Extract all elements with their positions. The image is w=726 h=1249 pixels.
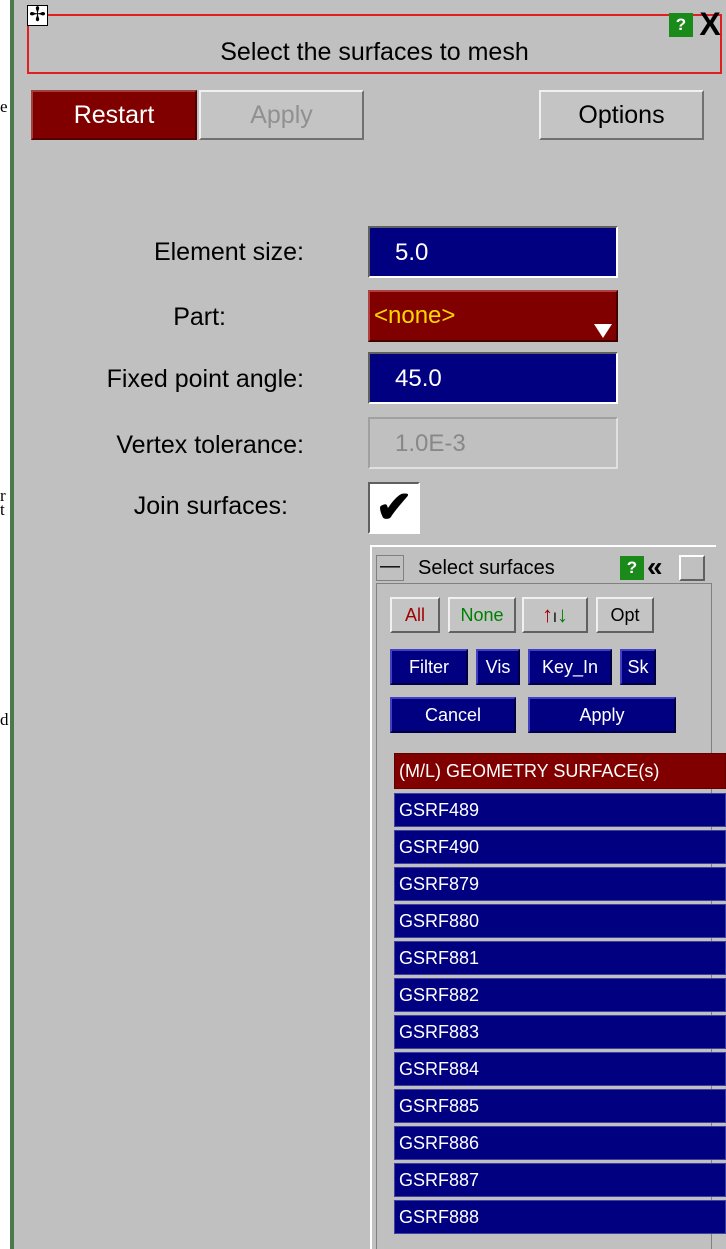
list-item[interactable]: GSRF887: [394, 1163, 726, 1197]
list-item[interactable]: GSRF881: [394, 941, 726, 975]
invert-selection-button[interactable]: ↑I↓: [522, 597, 588, 633]
sketch-button[interactable]: Sk: [620, 649, 656, 685]
part-label: Part:: [173, 303, 226, 331]
part-dropdown-value: <none>: [374, 302, 456, 329]
join-surfaces-label: Join surfaces:: [133, 492, 288, 520]
up-arrow-icon: ↑: [542, 602, 554, 627]
list-item[interactable]: GSRF489: [394, 793, 726, 827]
check-icon: ✔: [375, 483, 413, 532]
restart-button[interactable]: Restart: [31, 90, 197, 140]
selector-help-icon[interactable]: ?: [620, 556, 644, 580]
minimize-icon[interactable]: —: [376, 555, 404, 581]
select-surfaces-panel: — Select surfaces ? « All None ↑I↓ Opt F…: [370, 545, 726, 1249]
key-in-button[interactable]: Key_In: [528, 649, 612, 685]
join-surfaces-checkbox[interactable]: ✔: [368, 482, 420, 534]
list-item[interactable]: GSRF880: [394, 904, 726, 938]
list-header: (M/L) GEOMETRY SURFACE(s): [394, 753, 726, 789]
list-item[interactable]: GSRF490: [394, 830, 726, 864]
list-item[interactable]: GSRF885: [394, 1089, 726, 1123]
mesh-panel: Select the surfaces to mesh ✢ ? X Restar…: [14, 0, 726, 1249]
apply-button[interactable]: Apply: [199, 90, 364, 140]
options-button[interactable]: Options: [539, 90, 704, 140]
help-icon[interactable]: ?: [669, 13, 693, 37]
title-bar: Select the surfaces to mesh: [27, 14, 722, 74]
vertex-tolerance-label: Vertex tolerance:: [116, 431, 304, 459]
collapse-left-icon[interactable]: «: [647, 553, 675, 582]
list-item[interactable]: GSRF888: [394, 1200, 726, 1234]
cancel-button[interactable]: Cancel: [390, 697, 516, 733]
selector-title-bar: — Select surfaces ? «: [376, 553, 712, 583]
close-icon[interactable]: X: [696, 8, 724, 40]
select-all-button[interactable]: All: [390, 597, 440, 633]
element-size-field[interactable]: 5.0: [368, 226, 618, 278]
down-arrow-icon: ↓: [556, 602, 568, 627]
surface-list: GSRF489 GSRF490 GSRF879 GSRF880 GSRF881 …: [394, 793, 726, 1237]
move-icon[interactable]: ✢: [27, 5, 48, 26]
opt-button[interactable]: Opt: [596, 597, 654, 633]
select-none-button[interactable]: None: [448, 597, 516, 633]
background-text-fragment: e: [0, 97, 8, 116]
page-title: Select the surfaces to mesh: [220, 38, 529, 66]
vis-button[interactable]: Vis: [476, 649, 520, 685]
list-item[interactable]: GSRF884: [394, 1052, 726, 1086]
background-text-fragment: t: [0, 500, 5, 519]
list-item[interactable]: GSRF882: [394, 978, 726, 1012]
fixed-point-angle-label: Fixed point angle:: [106, 365, 304, 393]
filter-button[interactable]: Filter: [390, 649, 468, 685]
dropdown-arrow-icon: [594, 324, 612, 338]
background-text-fragment: d: [0, 710, 9, 729]
scrollbar-handle[interactable]: [679, 555, 705, 581]
list-item[interactable]: GSRF883: [394, 1015, 726, 1049]
fixed-point-angle-field[interactable]: 45.0: [368, 352, 618, 404]
selector-apply-button[interactable]: Apply: [528, 697, 676, 733]
part-dropdown[interactable]: <none>: [368, 290, 618, 342]
list-item[interactable]: GSRF879: [394, 867, 726, 901]
selector-title: Select surfaces: [418, 557, 555, 579]
vertex-tolerance-field: 1.0E-3: [368, 417, 618, 469]
element-size-label: Element size:: [153, 238, 304, 266]
list-item[interactable]: GSRF886: [394, 1126, 726, 1160]
